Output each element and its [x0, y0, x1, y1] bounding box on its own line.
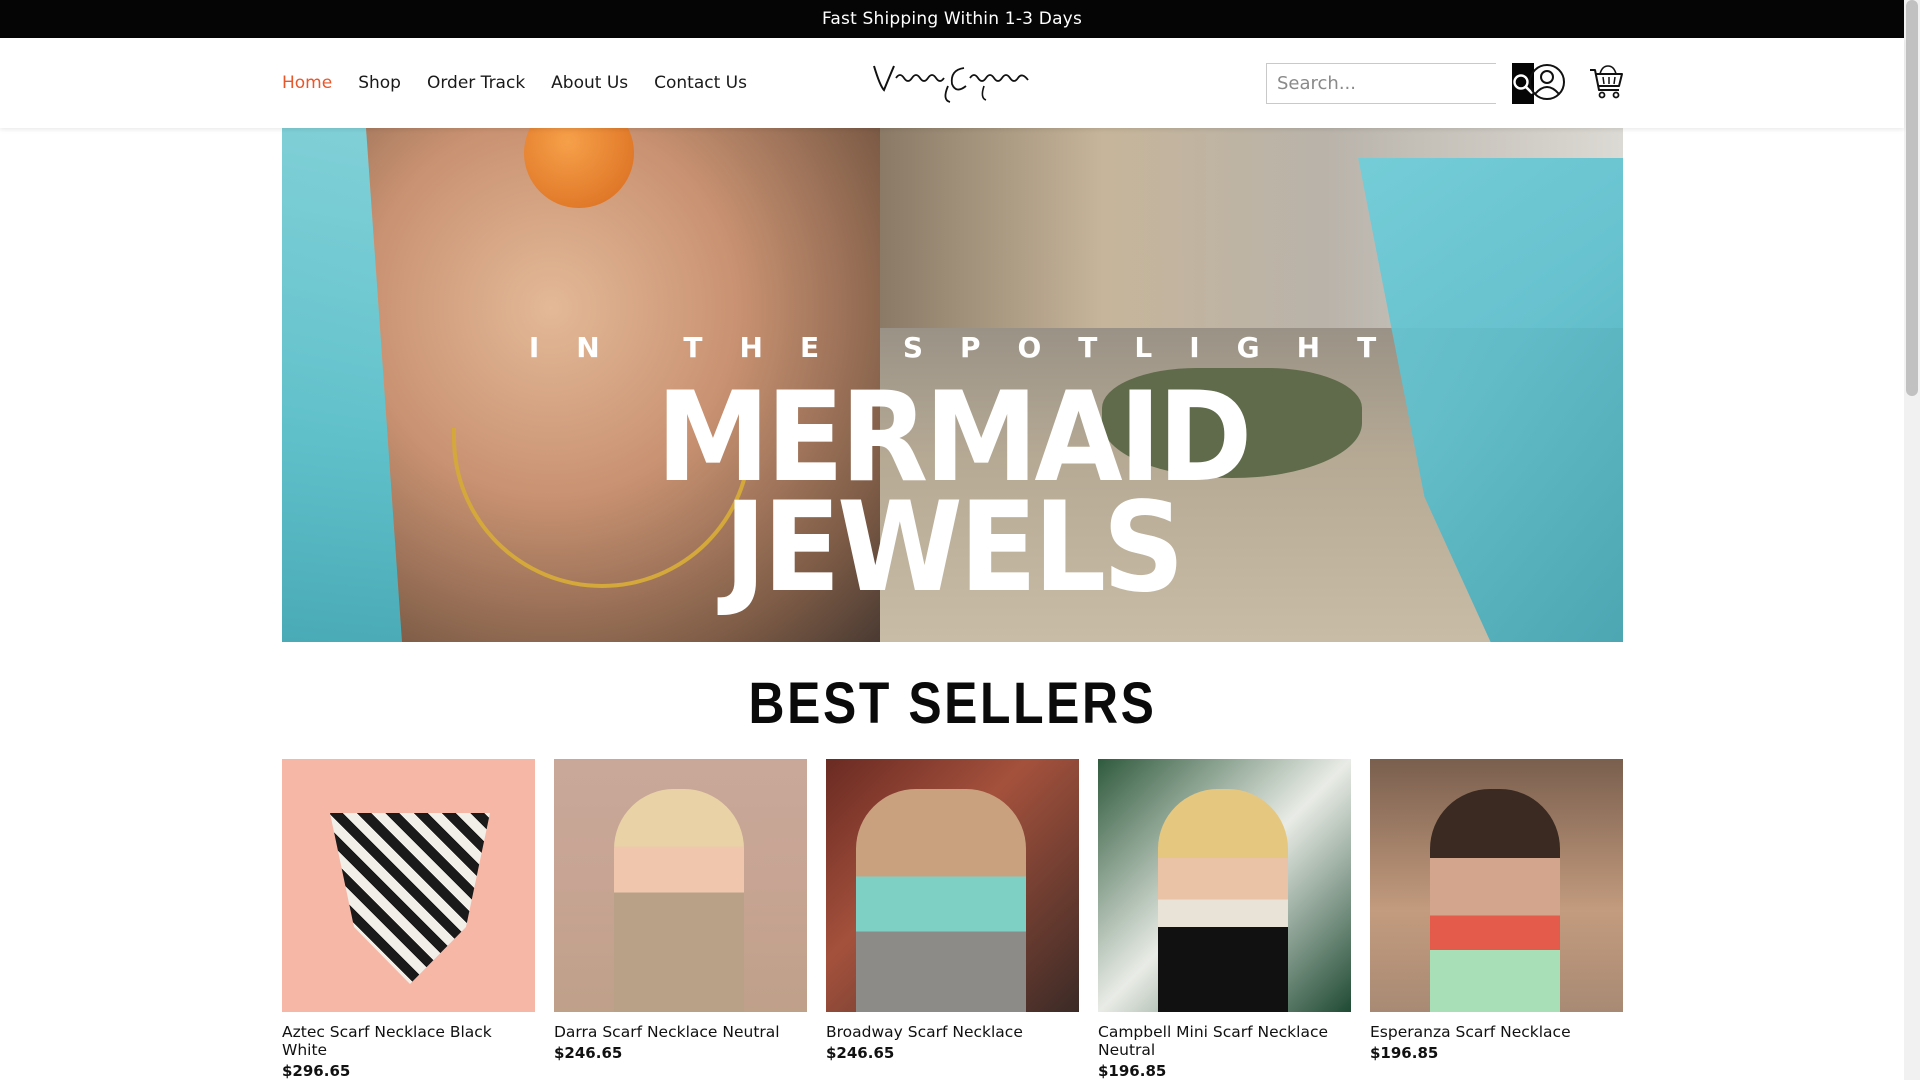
page-scrollbar-thumb[interactable] [1906, 0, 1918, 396]
hero-kicker: IN THE SPOTLIGHT [528, 331, 1414, 364]
product-image[interactable] [826, 759, 1079, 1012]
nav-contact-us[interactable]: Contact Us [654, 73, 747, 93]
product-price: $196.85 [1098, 1062, 1167, 1080]
product-price: $196.85 [1370, 1044, 1439, 1062]
nav-about-us[interactable]: About Us [551, 73, 628, 93]
product-card[interactable]: Campbell Mini Scarf Necklace Neutral $19… [1098, 759, 1351, 1080]
product-image[interactable] [554, 759, 807, 1012]
hero-text-group: IN THE SPOTLIGHT MERMAID JEWELS [282, 128, 1623, 642]
product-image[interactable] [1370, 759, 1623, 1012]
announcement-text: Fast Shipping Within 1-3 Days [821, 9, 1083, 29]
product-image[interactable] [1098, 759, 1351, 1012]
hero-title-line2: JEWELS [724, 476, 1185, 620]
account-icon[interactable] [1528, 63, 1566, 101]
scarf-image [330, 813, 490, 984]
product-card[interactable]: Esperanza Scarf Necklace $196.85 [1370, 759, 1623, 1062]
hero-banner[interactable]: IN THE SPOTLIGHT MERMAID JEWELS [282, 128, 1623, 642]
site-logo[interactable] [868, 56, 1040, 110]
best-sellers-title: BEST SELLERS [748, 671, 1157, 736]
search-input[interactable] [1267, 64, 1512, 103]
product-name[interactable]: Campbell Mini Scarf Necklace Neutral [1098, 1023, 1351, 1059]
model-image [856, 789, 1026, 1012]
logo-signature [873, 65, 1029, 103]
announcement-bar: Fast Shipping Within 1-3 Days [0, 0, 1904, 38]
best-sellers-grid: Aztec Scarf Necklace Black White $296.65… [282, 759, 1623, 1080]
search-box [1266, 63, 1534, 104]
main-nav: Home Shop Order Track About Us Contact U… [282, 38, 747, 128]
product-price: $296.65 [282, 1062, 351, 1080]
product-image[interactable] [282, 759, 535, 1012]
product-name[interactable]: Aztec Scarf Necklace Black White [282, 1023, 535, 1059]
product-price: $246.65 [554, 1044, 623, 1062]
product-price: $246.65 [826, 1044, 895, 1062]
nav-shop[interactable]: Shop [358, 73, 401, 93]
model-image [1158, 789, 1288, 1012]
model-image [614, 789, 744, 1012]
product-card[interactable]: Aztec Scarf Necklace Black White $296.65 [282, 759, 535, 1080]
site-header: Home Shop Order Track About Us Contact U… [0, 38, 1904, 128]
product-card[interactable]: Darra Scarf Necklace Neutral $246.65 [554, 759, 807, 1062]
model-image [1430, 789, 1560, 1012]
cart-icon[interactable] [1588, 62, 1624, 100]
product-card[interactable]: Broadway Scarf Necklace $246.65 [826, 759, 1079, 1062]
product-name[interactable]: Esperanza Scarf Necklace [1370, 1023, 1623, 1041]
product-name[interactable]: Darra Scarf Necklace Neutral [554, 1023, 807, 1041]
product-name[interactable]: Broadway Scarf Necklace [826, 1023, 1079, 1041]
nav-home[interactable]: Home [282, 73, 332, 93]
nav-order-track[interactable]: Order Track [427, 73, 525, 93]
